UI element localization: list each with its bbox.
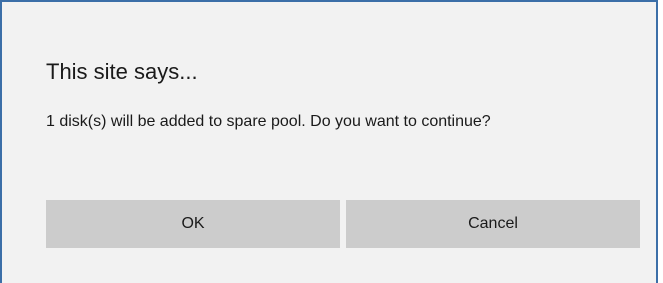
ok-button[interactable]: OK [46, 200, 340, 248]
page: This site says... 1 disk(s) will be adde… [0, 0, 663, 283]
dialog-title: This site says... [46, 59, 198, 84]
cancel-button[interactable]: Cancel [346, 200, 640, 248]
dialog-message: 1 disk(s) will be added to spare pool. D… [46, 113, 491, 130]
confirm-dialog: This site says... 1 disk(s) will be adde… [0, 0, 658, 283]
